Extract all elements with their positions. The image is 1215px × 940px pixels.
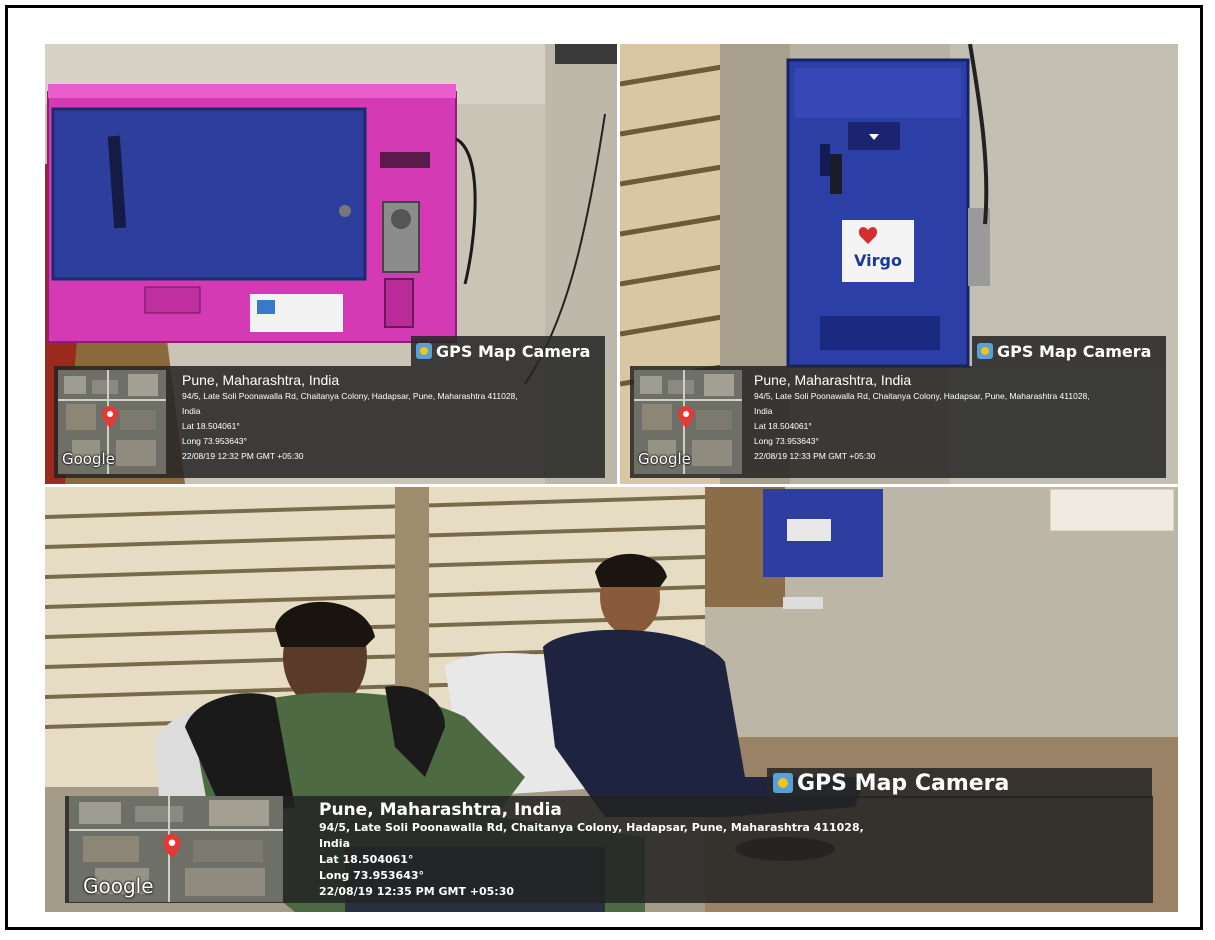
- timestamp: 22/08/19 12:35 PM GMT +05:30: [319, 885, 515, 898]
- google-logo-text: Google: [638, 450, 691, 468]
- address-line-2: India: [182, 406, 201, 416]
- gps-map-camera-icon: [773, 773, 793, 793]
- timestamp: 22/08/19 12:33 PM GMT +05:30: [754, 451, 876, 461]
- gps-map-camera-tag: GPS Map Camera: [972, 336, 1166, 366]
- virgo-brand-label: Virgo: [854, 251, 902, 270]
- photo-students-seated: GPS Map Camera Google Pune, Maharashtra,: [45, 487, 1178, 912]
- address-line-2: India: [754, 406, 773, 416]
- longitude: Long 73.953643°: [182, 436, 247, 446]
- location-city: Pune, Maharashtra, India: [182, 372, 340, 388]
- photo-pink-vending-machine: GPS Map Camera Google Pune, Maharashtra,: [45, 44, 617, 484]
- gps-map-camera-tag: GPS Map Camera: [411, 336, 605, 366]
- latitude: Lat 18.504061°: [319, 853, 414, 866]
- google-logo-text: Google: [62, 450, 115, 468]
- latitude: Lat 18.504061°: [754, 421, 812, 431]
- location-city: Pune, Maharashtra, India: [319, 800, 562, 820]
- map-pin-icon: [163, 834, 181, 858]
- gps-info-panel: Google Pune, Maharashtra, India 94/5, La…: [54, 366, 605, 478]
- location-city: Pune, Maharashtra, India: [754, 372, 912, 388]
- longitude: Long 73.953643°: [754, 436, 819, 446]
- longitude: Long 73.953643°: [319, 869, 425, 882]
- map-pin-icon: [678, 406, 694, 428]
- gps-info-panel: Google Pune, Maharashtra, India 94/5, La…: [630, 366, 1166, 478]
- gps-tag-label: GPS Map Camera: [436, 341, 591, 361]
- address-line-1: 94/5, Late Soli Poonawalla Rd, Chaitanya…: [754, 391, 1090, 401]
- gps-map-camera-icon: [977, 343, 993, 359]
- gps-map-camera-tag: GPS Map Camera: [767, 768, 1152, 798]
- latitude: Lat 18.504061°: [182, 421, 240, 431]
- gps-map-camera-icon: [416, 343, 432, 359]
- gps-tag-label: GPS Map Camera: [997, 341, 1152, 361]
- map-pin-icon: [102, 406, 118, 428]
- gps-tag-label: GPS Map Camera: [797, 770, 1010, 796]
- gps-info-panel: Google Pune, Maharashtra, India 94/5, La…: [65, 796, 1153, 903]
- google-logo-text: Google: [83, 874, 154, 898]
- photo-blue-vending-machine: Virgo GPS Map Camera Google Pune, Mahara…: [620, 44, 1178, 484]
- timestamp: 22/08/19 12:32 PM GMT +05:30: [182, 451, 304, 461]
- address-line-2: India: [319, 837, 350, 850]
- address-line-1: 94/5, Late Soli Poonawalla Rd, Chaitanya…: [182, 391, 518, 401]
- address-line-1: 94/5, Late Soli Poonawalla Rd, Chaitanya…: [319, 821, 864, 834]
